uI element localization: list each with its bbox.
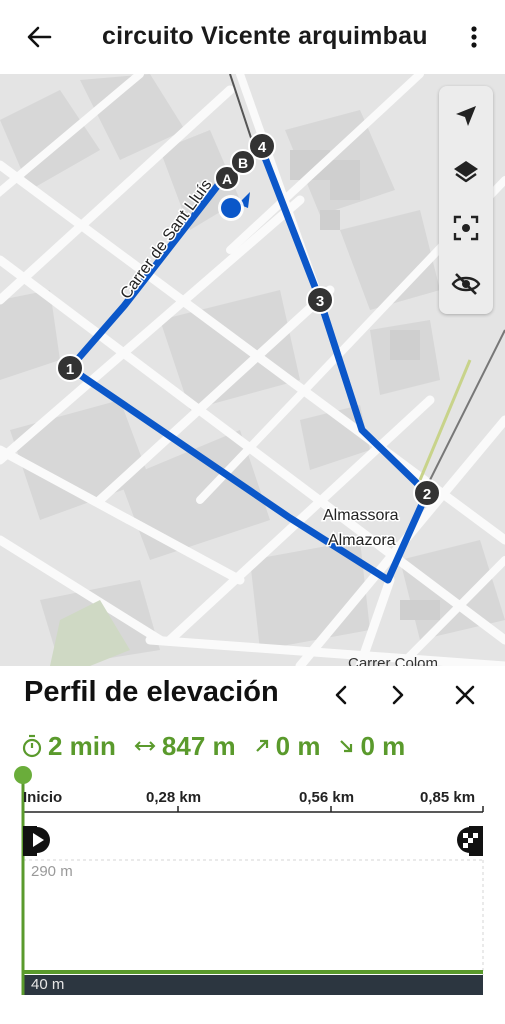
start-flag-icon <box>23 826 50 856</box>
arrow-up-right-icon <box>255 739 268 752</box>
waypoint-label: 2 <box>423 486 431 503</box>
navigate-icon <box>456 106 476 126</box>
descent-stat: 0 m <box>338 731 405 762</box>
route-title: circuito Vicente arquimbau <box>102 22 428 50</box>
layers-icon <box>454 161 478 183</box>
descent-value: 0 m <box>360 730 406 761</box>
waypoint-marker[interactable]: 2 <box>413 479 441 507</box>
street-label: Almazora <box>328 532 396 549</box>
position-handle[interactable] <box>14 766 32 784</box>
waypoint-label: B <box>238 155 248 171</box>
waypoint-marker[interactable]: 3 <box>306 286 334 314</box>
waypoint-marker[interactable]: B <box>230 149 256 175</box>
chevron-right-icon <box>392 685 404 705</box>
more-options-button[interactable] <box>462 20 486 54</box>
top-app-bar: circuito Vicente arquimbau <box>0 0 505 74</box>
panel-title: Perfil de elevación <box>24 676 279 708</box>
previous-button[interactable] <box>326 680 356 710</box>
y-tick-label: 40 m <box>31 976 65 993</box>
arrow-back-icon <box>27 26 52 48</box>
map-canvas[interactable]: Carrer de Sant Lluís Almassora Almazora … <box>0 74 505 666</box>
time-stat: 2 min <box>22 731 116 762</box>
distance-stat: 847 m <box>134 731 236 762</box>
stopwatch-icon <box>22 734 42 758</box>
finish-flag-icon <box>457 826 483 856</box>
focus-button[interactable] <box>439 200 493 256</box>
hide-button[interactable] <box>439 256 493 312</box>
close-button[interactable] <box>450 680 480 710</box>
more-vert-icon <box>471 26 477 48</box>
distance-arrows-icon <box>134 741 156 751</box>
street-label: Carrer Colom <box>348 655 438 666</box>
street-label: Almassora <box>323 507 399 524</box>
chevron-left-icon <box>335 685 347 705</box>
distance-value: 847 m <box>161 730 236 761</box>
waypoint-label: 1 <box>66 361 74 378</box>
x-tick-label: 0,85 km <box>420 789 476 806</box>
x-tick-label: 0,56 km <box>299 789 355 806</box>
y-tick-label: 290 m <box>31 863 73 880</box>
focus-icon <box>453 215 479 241</box>
hide-icon <box>451 273 481 295</box>
waypoint-marker[interactable]: 1 <box>56 354 84 382</box>
waypoint-label: A <box>222 171 232 187</box>
route-stats: 2 min 847 m 0 m 0 m <box>22 728 423 764</box>
x-tick-label: Inicio <box>23 789 63 806</box>
x-tick-label: 0,28 km <box>146 789 202 806</box>
ascent-value: 0 m <box>275 730 321 761</box>
route-map[interactable]: Carrer de Sant Lluís Almassora Almazora … <box>0 74 505 666</box>
next-button[interactable] <box>383 680 413 710</box>
map-toolbar <box>439 86 493 314</box>
layers-button[interactable] <box>439 144 493 200</box>
waypoint-label: 4 <box>258 139 267 156</box>
time-value: 2 min <box>48 730 116 761</box>
back-button[interactable] <box>22 20 56 54</box>
close-icon <box>455 685 475 705</box>
arrow-down-right-icon <box>340 740 353 753</box>
ascent-stat: 0 m <box>254 730 321 762</box>
navigate-button[interactable] <box>439 88 493 144</box>
waypoint-label: 3 <box>316 293 324 310</box>
elevation-baseline <box>23 975 483 995</box>
